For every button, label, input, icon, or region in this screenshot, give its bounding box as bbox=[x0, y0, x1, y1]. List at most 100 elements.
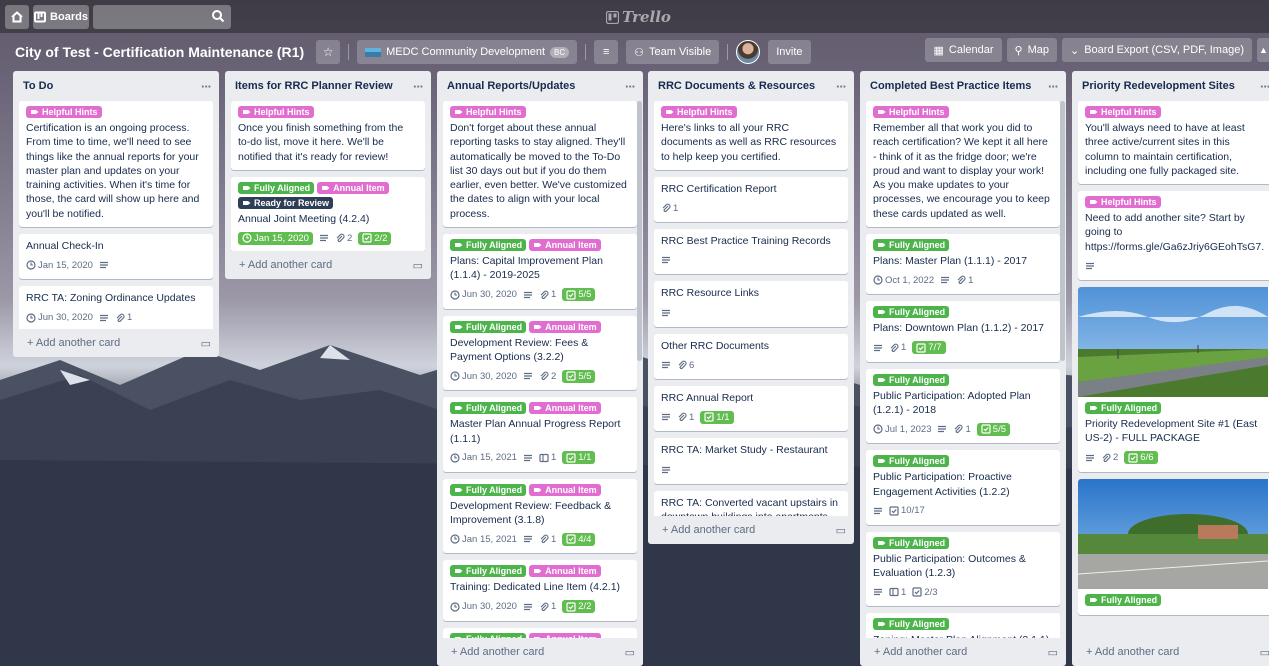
add-card-button[interactable]: + Add another card ▭ bbox=[437, 638, 643, 666]
board-export-button[interactable]: ⌄ Board Export (CSV, PDF, Image) bbox=[1062, 38, 1252, 62]
card[interactable]: RRC Annual Report 1 1/1 bbox=[654, 386, 848, 432]
card-label[interactable]: Annual Item bbox=[529, 483, 601, 496]
list-header[interactable]: Annual Reports/Updates ··· bbox=[437, 71, 643, 101]
list-title[interactable]: Items for RRC Planner Review bbox=[235, 80, 393, 92]
add-card-button[interactable]: + Add another card ▭ bbox=[225, 251, 431, 279]
card[interactable]: RRC Best Practice Training Records bbox=[654, 229, 848, 275]
card-template-icon[interactable]: ▭ bbox=[201, 337, 211, 350]
card[interactable]: Fully Aligned Plans: Master Plan (1.1.1) … bbox=[866, 234, 1060, 295]
team-button[interactable]: MEDC Community Development BC bbox=[357, 40, 578, 64]
card-label[interactable]: Fully Aligned bbox=[873, 618, 950, 631]
card-label[interactable]: Ready for Review bbox=[238, 196, 334, 209]
card[interactable]: Fully Aligned Public Participation: Outco… bbox=[866, 531, 1060, 607]
description-button[interactable]: ≡ bbox=[594, 40, 619, 64]
add-card-button[interactable]: + Add another card ▭ bbox=[648, 516, 854, 544]
visibility-button[interactable]: ⚇ Team Visible bbox=[626, 40, 720, 64]
card[interactable]: Helpful Hints Need to add another site? S… bbox=[1078, 191, 1269, 281]
due-date-badge[interactable]: Jan 15, 2021 bbox=[450, 452, 517, 463]
card-label[interactable]: Helpful Hints bbox=[1085, 196, 1161, 209]
card[interactable]: Helpful Hints Here's links to all your RR… bbox=[654, 101, 848, 170]
card-label[interactable]: Annual Item bbox=[529, 320, 601, 333]
card-template-icon[interactable]: ▭ bbox=[1048, 646, 1058, 659]
card[interactable]: Fully Aligned Annual Item Development Revi… bbox=[443, 315, 637, 391]
list-menu-icon[interactable]: ··· bbox=[1048, 79, 1059, 94]
list-menu-icon[interactable]: ··· bbox=[625, 79, 636, 94]
due-date-badge[interactable]: Jun 30, 2020 bbox=[450, 601, 517, 612]
due-date-badge[interactable]: Jul 1, 2023 bbox=[873, 424, 931, 435]
due-date-badge[interactable]: Jan 15, 2020 bbox=[26, 260, 93, 271]
card-template-icon[interactable]: ▭ bbox=[836, 524, 846, 537]
card[interactable]: Fully Aligned Annual Item Ready for Review… bbox=[231, 176, 425, 251]
card[interactable]: Fully Aligned Annual Item Development Revi… bbox=[443, 478, 637, 554]
list-menu-icon[interactable]: ··· bbox=[836, 79, 847, 94]
card-label[interactable]: Helpful Hints bbox=[238, 106, 314, 118]
star-button[interactable]: ☆ bbox=[316, 40, 341, 64]
list-title[interactable]: Annual Reports/Updates bbox=[447, 80, 575, 92]
list-header[interactable]: Items for RRC Planner Review ··· bbox=[225, 71, 431, 101]
card-label[interactable]: Fully Aligned bbox=[1085, 593, 1162, 606]
list-header[interactable]: Priority Redevelopment Sites ··· bbox=[1072, 71, 1269, 101]
more-power-ups-button[interactable]: ▲ bbox=[1257, 38, 1269, 62]
card[interactable]: Fully Aligned bbox=[1078, 478, 1269, 615]
member-avatar[interactable] bbox=[736, 40, 761, 64]
card[interactable]: Fully Aligned Public Participation: Adopt… bbox=[866, 368, 1060, 444]
card-label[interactable]: Fully Aligned bbox=[873, 239, 950, 252]
due-date-badge[interactable]: Jun 30, 2020 bbox=[450, 371, 517, 382]
card[interactable]: RRC Certification Report 1 bbox=[654, 176, 848, 223]
list-menu-icon[interactable]: ··· bbox=[413, 79, 424, 94]
trello-logo[interactable]: Trello bbox=[606, 8, 671, 26]
due-date-badge[interactable]: Jan 15, 2020 bbox=[238, 231, 313, 245]
card[interactable]: Helpful Hints Once you finish something f… bbox=[231, 101, 425, 170]
list-title[interactable]: Priority Redevelopment Sites bbox=[1082, 80, 1235, 92]
card-label[interactable]: Fully Aligned bbox=[873, 306, 950, 319]
card[interactable]: Fully Aligned Priority Redevelopment Site… bbox=[1078, 287, 1269, 472]
card[interactable]: Helpful Hints Remember all that work you … bbox=[866, 101, 1060, 228]
card-label[interactable]: Fully Aligned bbox=[873, 536, 950, 549]
card-label[interactable]: Fully Aligned bbox=[450, 632, 527, 638]
card[interactable]: Fully AlignedAnnual ItemTraining: Strate… bbox=[443, 627, 637, 638]
card[interactable]: Fully Aligned Annual Item Plans: Capital I… bbox=[443, 234, 637, 309]
add-card-button[interactable]: + Add another card ▭ bbox=[1072, 638, 1269, 666]
due-date-badge[interactable]: Oct 1, 2022 bbox=[873, 275, 934, 286]
calendar-button[interactable]: ▦ Calendar bbox=[925, 38, 1002, 62]
card-label[interactable]: Fully Aligned bbox=[450, 402, 527, 415]
due-date-badge[interactable]: Jan 15, 2021 bbox=[450, 534, 517, 545]
card-label[interactable]: Helpful Hints bbox=[873, 106, 949, 118]
card[interactable]: Fully Aligned Public Participation: Proac… bbox=[866, 450, 1060, 525]
list-title[interactable]: RRC Documents & Resources bbox=[658, 80, 815, 92]
card[interactable]: Fully Aligned Plans: Downtown Plan (1.1.2… bbox=[866, 301, 1060, 362]
due-date-badge[interactable]: Jun 30, 2020 bbox=[450, 289, 517, 300]
card-template-icon[interactable]: ▭ bbox=[413, 259, 423, 272]
board-title[interactable]: City of Test - Certification Maintenance… bbox=[15, 44, 304, 60]
card-label[interactable]: Annual Item bbox=[529, 402, 601, 415]
invite-button[interactable]: Invite bbox=[768, 40, 811, 64]
card-label[interactable]: Helpful Hints bbox=[1085, 106, 1161, 118]
list-title[interactable]: To Do bbox=[23, 80, 53, 92]
card-template-icon[interactable]: ▭ bbox=[1260, 646, 1269, 659]
card[interactable]: Annual Check-In Jan 15, 2020 bbox=[19, 234, 213, 280]
card-label[interactable]: Helpful Hints bbox=[450, 106, 526, 118]
list-header[interactable]: To Do ··· bbox=[13, 71, 219, 101]
card[interactable]: RRC TA: Market Study - Restaurant bbox=[654, 438, 848, 484]
list-menu-icon[interactable]: ··· bbox=[201, 79, 212, 94]
card[interactable]: RRC TA: Converted vacant upstairs in dow… bbox=[654, 490, 848, 516]
card-template-icon[interactable]: ▭ bbox=[625, 646, 635, 659]
card-label[interactable]: Fully Aligned bbox=[450, 483, 527, 496]
list-title[interactable]: Completed Best Practice Items bbox=[870, 80, 1031, 92]
card-label[interactable]: Annual Item bbox=[529, 239, 601, 252]
card[interactable]: RRC Resource Links bbox=[654, 281, 848, 327]
card[interactable]: Other RRC Documents 6 bbox=[654, 333, 848, 380]
home-button[interactable] bbox=[5, 4, 29, 29]
card-label[interactable]: Helpful Hints bbox=[661, 106, 737, 118]
card-label[interactable]: Fully Aligned bbox=[873, 373, 950, 386]
card-label[interactable]: Annual Item bbox=[317, 181, 389, 194]
card[interactable]: Helpful Hints Don't forget about these an… bbox=[443, 101, 637, 228]
card-label[interactable]: Fully Aligned bbox=[238, 181, 315, 194]
card[interactable]: Fully Aligned Zoning: Master Plan Alignme… bbox=[866, 613, 1060, 638]
card-label[interactable]: Annual Item bbox=[529, 565, 601, 578]
card[interactable]: Fully Aligned Annual Item Master Plan Annu… bbox=[443, 397, 637, 472]
list-header[interactable]: RRC Documents & Resources ··· bbox=[648, 71, 854, 101]
search-input[interactable] bbox=[93, 4, 231, 29]
card-label[interactable]: Fully Aligned bbox=[873, 455, 950, 468]
card-label[interactable]: Annual Item bbox=[529, 632, 601, 638]
